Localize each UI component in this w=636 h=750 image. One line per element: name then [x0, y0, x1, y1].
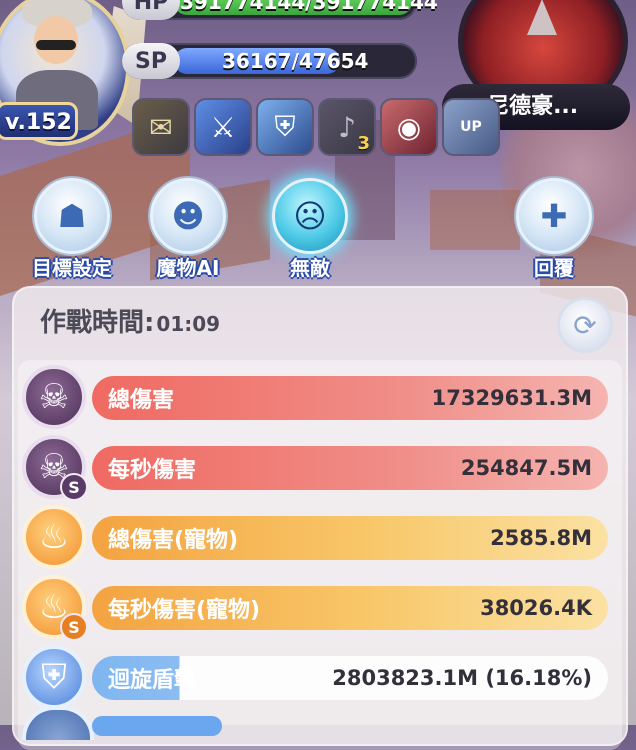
target-icon: ☗ [34, 178, 110, 254]
stat-row-pet-dps: ♨ S 每秒傷害(寵物) 38026.4K [10, 575, 610, 641]
recover-button[interactable]: ✚ 回覆 [506, 178, 602, 281]
target-setting-label: 目標設定 [32, 256, 112, 280]
stat-pill: 總傷害(寵物) 2585.8M [92, 516, 608, 560]
sp-value: 36167/47654 [222, 49, 369, 73]
level-up-label: UP [460, 119, 482, 135]
invincible-label: 無敵 [290, 256, 330, 280]
battle-time-value: 01:09 [156, 312, 221, 336]
fire-ring-icon[interactable]: ◉ [380, 98, 438, 156]
hp-label: HP [122, 0, 180, 20]
stat-name: 迴旋盾擊 [108, 668, 197, 693]
skill-count: 3 [357, 133, 370, 154]
sp-bar: SP 36167/47654 [122, 43, 417, 79]
stat-value: 254847.5M [460, 456, 592, 480]
stat-value: 2585.8M [490, 526, 592, 550]
stat-pill: 每秒傷害(寵物) 38026.4K [92, 586, 608, 630]
target-setting-button[interactable]: ☗ 目標設定 [24, 178, 120, 281]
stat-pill: 迴旋盾擊 2803823.1M (16.18%) [92, 656, 608, 700]
stat-row-pet-total: ♨ 總傷害(寵物) 2585.8M [10, 505, 610, 569]
stat-row-skill: ⛨ 迴旋盾擊 2803823.1M (16.18%) [10, 645, 610, 709]
boss-name: 尼德豪... [487, 94, 579, 119]
level-up-icon[interactable]: UP [442, 98, 500, 156]
stat-row-dps: ☠ S 每秒傷害 254847.5M [10, 435, 610, 501]
stat-pill: 每秒傷害 254847.5M [92, 446, 608, 490]
skull-s-icon: ☠ S [22, 435, 88, 501]
shield-icon[interactable]: ⛨ [256, 98, 314, 156]
heart-plus-icon: ✚ [516, 178, 592, 254]
monster-ai-icon: ☻ [150, 178, 226, 254]
pet-icon: ♨ [22, 505, 86, 569]
refresh-button[interactable]: ⟳ [560, 300, 610, 350]
invincible-icon: ☹ [272, 178, 348, 254]
boss-horn [527, 0, 557, 35]
sword-skull-icon[interactable]: ⚔ [194, 98, 252, 156]
music-note-icon[interactable]: ♪ 3 [318, 98, 376, 156]
hp-value: 391774144/391774144 [180, 0, 438, 14]
stat-value: 17329631.3M [431, 386, 592, 410]
monster-ai-label: 魔物AI [156, 256, 220, 280]
refresh-icon: ⟳ [573, 308, 597, 342]
stat-value: 38026.4K [480, 596, 592, 620]
skull-icon: ☠ [22, 365, 86, 429]
monster-ai-button[interactable]: ☻ 魔物AI [140, 178, 236, 281]
sp-label: SP [122, 43, 180, 79]
stat-name: 每秒傷害(寵物) [108, 598, 261, 623]
stat-name: 總傷害 [108, 388, 175, 413]
avatar-glasses [36, 40, 76, 50]
pet-s-icon: ♨ S [22, 575, 88, 641]
recover-label: 回覆 [534, 256, 574, 280]
stat-name: 總傷害(寵物) [108, 528, 239, 553]
stat-value: 2803823.1M (16.18%) [332, 666, 592, 690]
stat-row-total-damage: ☠ 總傷害 17329631.3M [10, 365, 610, 429]
skill-bar: ✉ ⚔ ⛨ ♪ 3 ◉ UP [132, 98, 500, 158]
shield-icon: ⛨ [22, 645, 86, 709]
scroll-icon[interactable]: ✉ [132, 98, 190, 156]
next-row-pill [92, 716, 222, 736]
battle-time-title: 作戰時間: 01:09 [40, 302, 220, 339]
player-level-badge: v.152 [0, 102, 78, 140]
stat-pill: 總傷害 17329631.3M [92, 376, 608, 420]
battle-time-label: 作戰時間: [40, 308, 155, 338]
stat-name: 每秒傷害 [108, 458, 197, 483]
hp-bar: HP 391774144/391774144 [122, 0, 438, 20]
invincible-button[interactable]: ☹ 無敵 [262, 178, 358, 281]
